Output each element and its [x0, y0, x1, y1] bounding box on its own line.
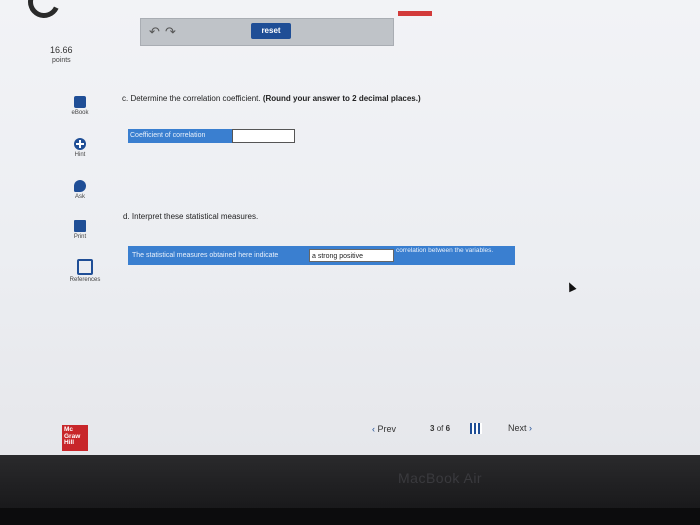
next-button[interactable]: Next › — [508, 423, 532, 433]
status-bar — [398, 11, 432, 16]
hint-icon — [74, 138, 86, 150]
mouse-cursor-icon — [565, 280, 577, 293]
points-label: points — [52, 57, 71, 64]
sidebar-item-hint[interactable]: Hint — [55, 138, 105, 158]
page-of: of — [436, 424, 444, 433]
mcgraw-hill-logo: Mc Graw Hill — [62, 425, 88, 451]
sidebar-item-label: References — [69, 277, 101, 283]
interpretation-label: The statistical measures obtained here i… — [132, 252, 279, 259]
device-label: MacBook Air — [398, 470, 483, 486]
correlation-label: Coefficient of correlation — [128, 129, 232, 143]
sidebar-item-label: Ask — [74, 194, 85, 200]
ask-icon — [74, 180, 86, 192]
screen: ↶ ↷ reset 16.66 points eBook Hint Ask Pr… — [0, 0, 700, 455]
next-label: Next — [508, 423, 527, 433]
grid-icon[interactable] — [470, 423, 482, 434]
undo-icon[interactable]: ↶ — [149, 25, 160, 39]
correlation-input[interactable] — [232, 129, 295, 143]
correlation-row: Coefficient of correlation — [128, 129, 295, 143]
chevron-right-icon: › — [529, 423, 533, 433]
points-value: 16.66 — [50, 45, 73, 55]
sidebar-item-references[interactable]: References — [60, 259, 110, 283]
sidebar-item-label: eBook — [71, 110, 89, 116]
sidebar-item-print[interactable]: Print — [55, 220, 105, 240]
chevron-left-icon: ‹ — [372, 424, 375, 434]
prev-button[interactable]: ‹ Prev — [372, 424, 396, 434]
question-c-text: c. Determine the correlation coefficient… — [122, 94, 261, 103]
page-current: 3 — [430, 424, 435, 433]
page-total: 6 — [445, 424, 451, 433]
question-c-instruction: (Round your answer to 2 decimal places.) — [262, 94, 421, 103]
back-arrow-icon[interactable] — [23, 0, 65, 23]
question-c: c. Determine the correlation coefficient… — [122, 94, 421, 103]
prev-label: Prev — [377, 424, 397, 434]
reset-button[interactable]: reset — [251, 23, 291, 39]
sidebar-item-ask[interactable]: Ask — [55, 180, 105, 200]
interpretation-row: The statistical measures obtained here i… — [128, 246, 515, 265]
graph-toolbar: ↶ ↷ reset — [140, 18, 394, 46]
page-indicator: 3 of 6 — [430, 424, 450, 433]
print-icon — [74, 220, 86, 232]
interpretation-end: correlation between the variables. — [396, 247, 494, 254]
redo-icon[interactable]: ↷ — [165, 25, 176, 39]
references-icon — [77, 259, 93, 275]
question-d: d. Interpret these statistical measures. — [123, 212, 259, 221]
sidebar-item-label: Hint — [74, 152, 86, 158]
interpretation-dropdown[interactable]: a strong positive — [309, 249, 394, 262]
sidebar-item-label: Print — [73, 234, 87, 240]
ebook-icon — [74, 96, 86, 108]
bottom-strip — [0, 508, 700, 525]
sidebar-item-ebook[interactable]: eBook — [55, 96, 105, 116]
